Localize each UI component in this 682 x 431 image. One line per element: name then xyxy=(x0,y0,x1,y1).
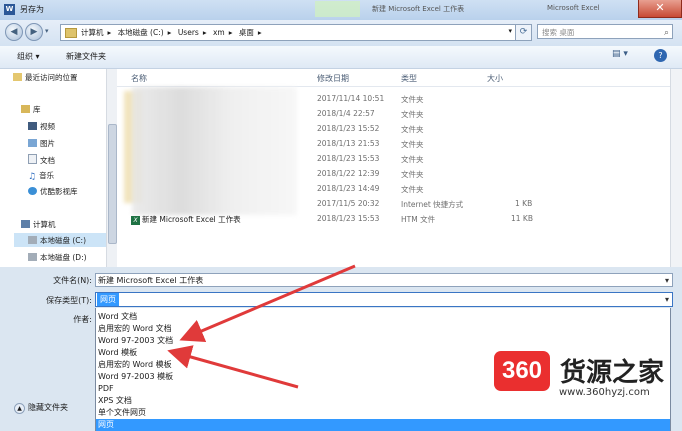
table-row[interactable]: 2018/1/13 21:53 文件夹 xyxy=(123,137,543,152)
chevron-up-icon: ▲ xyxy=(14,403,25,414)
watermark-brand: 货源之家 xyxy=(560,358,665,388)
table-row[interactable]: 2018/1/23 15:52 文件夹 xyxy=(123,122,543,137)
close-button[interactable]: ✕ xyxy=(638,0,682,18)
back-button[interactable]: ◀ xyxy=(5,23,23,41)
forward-button[interactable]: ▶ xyxy=(25,23,43,41)
scrollbar-thumb[interactable] xyxy=(108,124,117,244)
nav-item-disk-d[interactable]: 本地磁盘 (D:) xyxy=(28,252,87,263)
breadcrumb-item[interactable]: Users xyxy=(178,28,199,37)
nav-item-recent[interactable]: 最近访问的位置 xyxy=(13,72,78,83)
breadcrumb: 计算机 ▸ 本地磁盘 (C:) ▸ Users ▸ xm ▸ 桌面 ▸ xyxy=(81,28,262,37)
watermark-logo: 360 xyxy=(494,351,550,391)
nav-item-music[interactable]: ♫ 音乐 xyxy=(28,170,54,182)
filetype-option[interactable]: Word 97-2003 文档 xyxy=(96,335,670,347)
folder-icon xyxy=(65,28,77,38)
column-header: 名称 修改日期 类型 大小 xyxy=(117,69,672,87)
recent-pages-dropdown-icon[interactable]: ▾ xyxy=(45,27,49,35)
refresh-button[interactable]: ⟳ xyxy=(515,24,532,41)
breadcrumb-item[interactable]: 计算机 xyxy=(81,28,104,37)
filetype-option-selected[interactable]: 网页 xyxy=(96,419,670,431)
word-app-icon: W xyxy=(4,4,15,15)
drive-icon xyxy=(28,253,37,261)
filename-label: 文件名(N): xyxy=(53,276,92,285)
search-input[interactable]: 搜索 桌面 ⌕ xyxy=(537,24,673,39)
background-window-title: 新建 Microsoft Excel 工作表 xyxy=(372,5,465,13)
hide-folders-toggle[interactable]: ▲ 隐藏文件夹 xyxy=(14,402,68,414)
column-modified[interactable]: 修改日期 xyxy=(317,73,349,84)
filetype-select[interactable]: 网页 ▾ xyxy=(95,292,673,307)
recent-places-icon xyxy=(13,73,22,81)
column-name[interactable]: 名称 xyxy=(131,73,147,84)
nav-item-youku[interactable]: 优酷影视库 xyxy=(28,186,78,197)
column-size[interactable]: 大小 xyxy=(487,73,503,84)
background-window-fragment xyxy=(315,1,360,17)
drive-icon xyxy=(28,236,37,244)
table-row[interactable]: 2018/1/23 15:53 文件夹 xyxy=(123,152,543,167)
nav-item-docs[interactable]: 文档 xyxy=(28,154,55,166)
filetype-option[interactable]: 单个文件网页 xyxy=(96,407,670,419)
chevron-down-icon[interactable]: ▾ xyxy=(665,274,669,288)
breadcrumb-item[interactable]: 本地磁盘 (C:) xyxy=(118,28,164,37)
chevron-down-icon[interactable]: ▾ xyxy=(508,27,512,35)
nav-item-library[interactable]: 库 xyxy=(21,104,41,115)
table-row[interactable]: 2018/1/22 12:39 文件夹 xyxy=(123,167,543,182)
background-window-app: Microsoft Excel xyxy=(547,4,600,12)
column-type[interactable]: 类型 xyxy=(401,73,417,84)
pictures-icon xyxy=(28,139,37,147)
nav-item-disk-c[interactable]: 本地磁盘 (C:) xyxy=(28,235,86,246)
table-row[interactable]: 2018/1/4 22:57 文件夹 xyxy=(123,107,543,122)
search-icon: ⌕ xyxy=(663,28,669,38)
filetype-option[interactable]: Word 文档 xyxy=(96,311,670,323)
address-bar[interactable]: 计算机 ▸ 本地磁盘 (C:) ▸ Users ▸ xm ▸ 桌面 ▸ ▾ xyxy=(60,24,516,41)
table-row[interactable]: X 新建 Microsoft Excel 工作表 2018/1/23 15:53 H… xyxy=(123,212,543,227)
help-icon[interactable]: ? xyxy=(654,49,667,62)
music-icon: ♫ xyxy=(28,172,37,182)
nav-item-computer[interactable]: 计算机 xyxy=(21,219,56,230)
table-row[interactable]: 2017/11/5 20:32 Internet 快捷方式 1 KB xyxy=(123,197,543,212)
author-label: 作者: xyxy=(73,315,92,324)
dialog-title: 另存为 xyxy=(20,5,44,14)
document-icon xyxy=(28,154,37,164)
nav-item-video[interactable]: 视频 xyxy=(28,121,55,132)
organize-button[interactable]: 组织 ▾ xyxy=(17,51,40,62)
file-scrollbar[interactable] xyxy=(670,69,682,267)
filename-field[interactable]: 新建 Microsoft Excel 工作表 ▾ xyxy=(95,273,673,287)
breadcrumb-item[interactable]: 桌面 xyxy=(239,28,254,37)
youku-icon xyxy=(28,187,37,195)
nav-scrollbar[interactable] xyxy=(106,69,117,267)
computer-icon xyxy=(21,220,30,228)
filetype-label: 保存类型(T): xyxy=(46,296,92,305)
breadcrumb-item[interactable]: xm xyxy=(213,28,225,37)
table-row[interactable]: 2018/1/23 14:49 文件夹 xyxy=(123,182,543,197)
library-icon xyxy=(21,105,30,113)
watermark-url: www.360hyzj.com xyxy=(559,387,650,398)
video-icon xyxy=(28,122,37,130)
filetype-option[interactable]: 启用宏的 Word 文档 xyxy=(96,323,670,335)
view-options-icon[interactable]: ▤ ▾ xyxy=(612,49,628,59)
chevron-down-icon[interactable]: ▾ xyxy=(665,293,669,307)
nav-item-pictures[interactable]: 图片 xyxy=(28,138,55,149)
table-row[interactable]: 2017/11/14 10:51 文件夹 xyxy=(123,92,543,107)
excel-file-icon: X xyxy=(131,216,140,225)
new-folder-button[interactable]: 新建文件夹 xyxy=(66,51,106,62)
